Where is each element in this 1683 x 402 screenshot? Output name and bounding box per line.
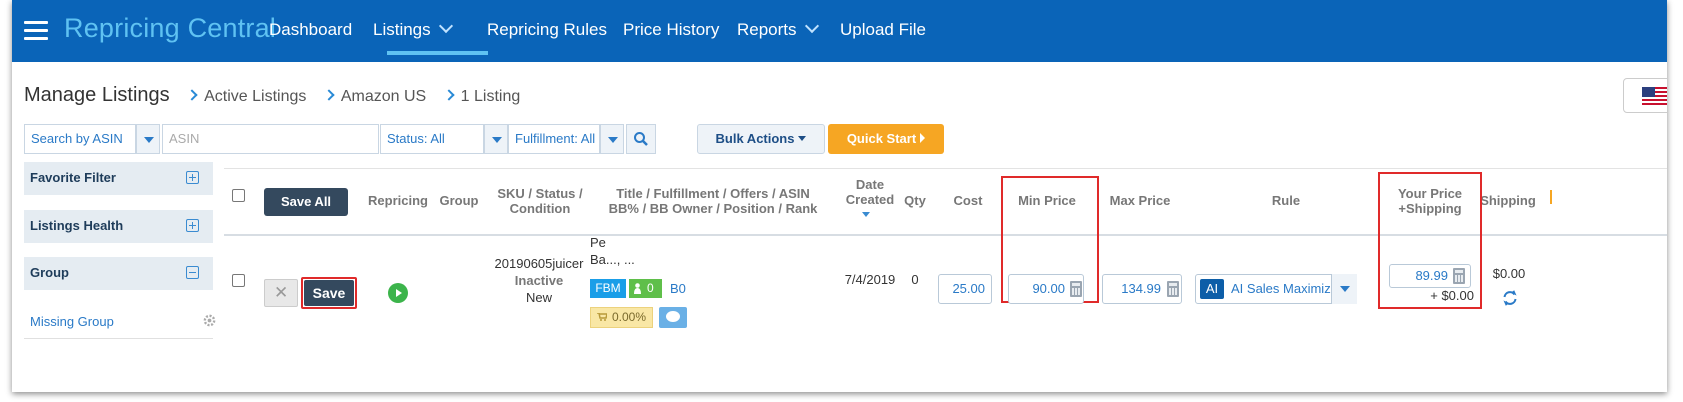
shipping-value: $0.00 bbox=[1492, 266, 1526, 281]
row-checkbox[interactable] bbox=[232, 274, 245, 287]
your-price-shipping: + $0.00 bbox=[1430, 288, 1474, 303]
chevron-right-icon bbox=[323, 89, 335, 101]
nav-listings[interactable]: Listings bbox=[373, 18, 453, 40]
chevron-right-icon bbox=[186, 89, 198, 101]
nav-repricing-rules[interactable]: Repricing Rules bbox=[487, 20, 607, 40]
refresh-icon[interactable] bbox=[1502, 290, 1518, 306]
header-max-price: Max Price bbox=[1109, 193, 1171, 208]
ai-badge: AI bbox=[1200, 279, 1224, 299]
cost-input[interactable]: 25.00 bbox=[938, 274, 992, 304]
header-rule: Rule bbox=[1271, 193, 1301, 208]
close-icon: ✕ bbox=[274, 283, 289, 302]
search-by-select[interactable]: Search by ASIN bbox=[24, 124, 136, 154]
sku-value[interactable]: 20190605juicer bbox=[484, 256, 594, 271]
asin-search-input[interactable]: ASIN bbox=[162, 124, 379, 154]
group-item-missing-group[interactable]: Missing Group bbox=[30, 314, 114, 329]
offers-badge[interactable]: 0 bbox=[629, 279, 662, 298]
condition-value: New bbox=[525, 290, 552, 305]
breadcrumb: Manage Listings Active Listings Amazon U… bbox=[24, 84, 520, 107]
header-title: Title / Fulfillment / Offers / ASIN BB% /… bbox=[608, 186, 818, 216]
cart-icon bbox=[597, 313, 607, 321]
save-row-button[interactable]: Save bbox=[304, 280, 354, 306]
qty-value: 0 bbox=[911, 272, 919, 287]
nav-upload-file[interactable]: Upload File bbox=[840, 20, 926, 40]
breadcrumb-count: 1 Listing bbox=[460, 88, 521, 105]
marketplace-selector[interactable] bbox=[1623, 78, 1667, 113]
menu-icon[interactable] bbox=[24, 21, 48, 41]
cancel-row-button[interactable]: ✕ bbox=[264, 279, 298, 307]
gear-icon[interactable] bbox=[202, 313, 217, 328]
header-qty: Qty bbox=[904, 193, 926, 208]
header-repricing: Repricing bbox=[368, 193, 428, 208]
chevron-down-icon bbox=[438, 18, 453, 34]
sidebar-divider bbox=[24, 338, 213, 339]
chat-icon[interactable] bbox=[659, 307, 687, 328]
buybox-percent-badge: 0.00% bbox=[590, 307, 653, 328]
product-title-line2[interactable]: Ba..., ... bbox=[590, 252, 635, 267]
product-title-line1[interactable]: Pe bbox=[590, 235, 606, 250]
header-shipping: Shipping bbox=[1480, 193, 1536, 208]
table-top-border bbox=[224, 168, 1667, 169]
bulk-actions-button[interactable]: Bulk Actions bbox=[697, 124, 825, 154]
fulfillment-badge: FBM bbox=[590, 279, 626, 298]
asin-link[interactable]: B0 bbox=[670, 281, 686, 296]
breadcrumb-active-listings[interactable]: Active Listings bbox=[204, 88, 306, 105]
search-button[interactable] bbox=[626, 124, 656, 154]
header-group: Group bbox=[439, 193, 479, 208]
save-all-button[interactable]: Save All bbox=[264, 188, 348, 216]
expand-plus-icon[interactable] bbox=[186, 171, 199, 184]
app-window: Repricing Central Dashboard Listings Rep… bbox=[12, 0, 1667, 392]
status-select[interactable]: Status: All bbox=[380, 124, 484, 154]
us-flag-icon bbox=[1642, 87, 1667, 105]
top-nav: Repricing Central Dashboard Listings Rep… bbox=[12, 0, 1667, 62]
brand-logo[interactable]: Repricing Central bbox=[64, 13, 276, 44]
header-sku: SKU / Status / Condition bbox=[497, 186, 583, 216]
listings-health-panel[interactable]: Listings Health bbox=[24, 210, 213, 243]
calculator-icon[interactable] bbox=[1167, 281, 1179, 297]
chevron-right-icon bbox=[442, 89, 455, 101]
repricing-play-icon[interactable] bbox=[388, 283, 408, 303]
header-cost: Cost bbox=[953, 193, 983, 208]
sort-desc-icon[interactable] bbox=[862, 212, 870, 217]
breadcrumb-amazon-us[interactable]: Amazon US bbox=[341, 88, 426, 105]
rule-name: AI Sales Maximizer bbox=[1231, 281, 1343, 296]
nav-reports[interactable]: Reports bbox=[737, 18, 819, 40]
expand-plus-icon[interactable] bbox=[186, 219, 199, 232]
rule-dropdown-button[interactable] bbox=[1331, 274, 1357, 304]
search-icon bbox=[634, 132, 648, 146]
nav-dashboard[interactable]: Dashboard bbox=[269, 20, 352, 40]
calculator-icon[interactable] bbox=[1453, 268, 1465, 284]
fulfillment-dropdown-button[interactable] bbox=[600, 124, 624, 154]
chevron-down-icon bbox=[804, 18, 819, 34]
status-dropdown-button[interactable] bbox=[484, 124, 508, 154]
header-date-created[interactable]: Date Created bbox=[845, 177, 895, 207]
search-by-dropdown-button[interactable] bbox=[136, 124, 160, 154]
nav-active-indicator bbox=[387, 51, 488, 55]
page-title: Manage Listings bbox=[24, 84, 170, 106]
person-icon bbox=[634, 283, 641, 294]
caret-right-icon bbox=[920, 133, 926, 143]
fulfillment-select[interactable]: Fulfillment: All bbox=[508, 124, 600, 154]
favorite-filter-panel[interactable]: Favorite Filter bbox=[24, 162, 213, 195]
rule-select[interactable]: AI AI Sales Maximizer bbox=[1195, 274, 1357, 304]
date-created-value: 7/4/2019 bbox=[844, 272, 896, 287]
calculator-icon[interactable] bbox=[1070, 281, 1082, 297]
quick-start-button[interactable]: Quick Start bbox=[828, 124, 944, 154]
caret-down-icon bbox=[798, 136, 807, 141]
status-value: Inactive bbox=[514, 273, 564, 288]
select-all-checkbox[interactable] bbox=[232, 189, 245, 202]
header-edge-mark bbox=[1550, 190, 1552, 204]
group-panel[interactable]: Group bbox=[24, 257, 213, 290]
collapse-minus-icon[interactable] bbox=[186, 266, 199, 279]
nav-price-history[interactable]: Price History bbox=[623, 20, 719, 40]
